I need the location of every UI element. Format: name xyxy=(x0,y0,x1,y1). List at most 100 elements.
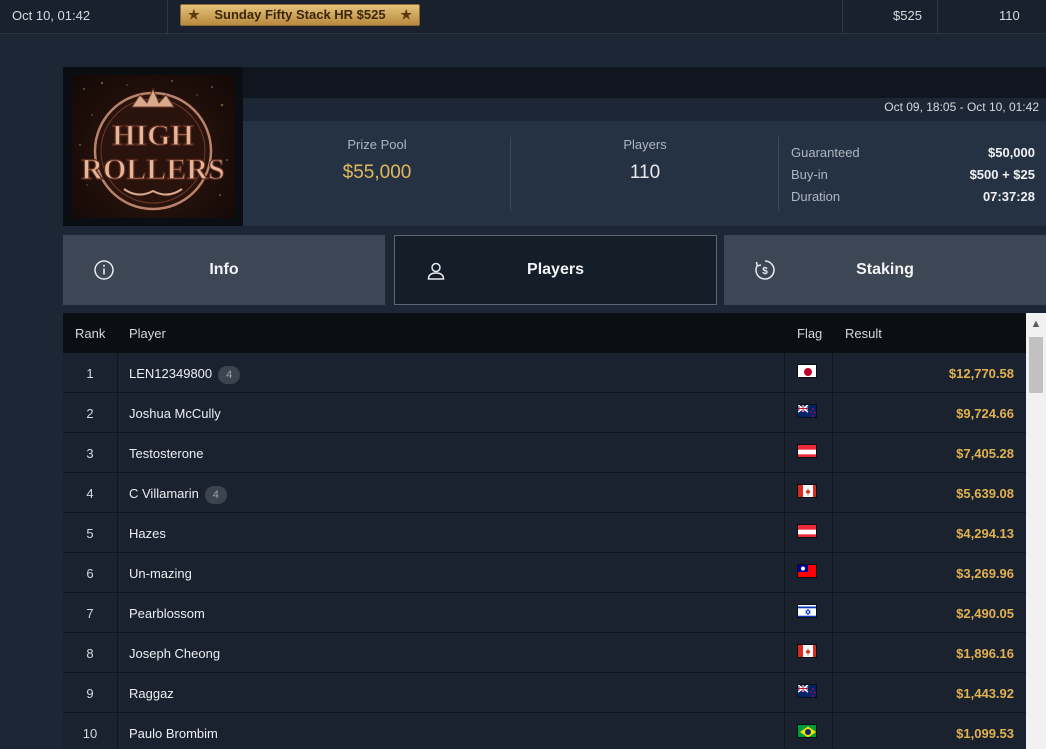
result-cell: $1,896.16 xyxy=(956,646,1014,661)
player-name: Raggaz xyxy=(129,686,174,701)
result-cell: $12,770.58 xyxy=(948,366,1014,381)
cell-divider xyxy=(832,553,833,593)
player-name-cell[interactable]: Raggaz xyxy=(129,686,174,701)
rank-cell: 8 xyxy=(86,646,94,661)
player-name: LEN12349800 xyxy=(129,366,213,381)
cell-divider xyxy=(784,353,785,393)
result-cell: $7,405.28 xyxy=(956,446,1014,461)
result-cell: $2,490.05 xyxy=(956,606,1014,621)
table-row[interactable]: 3 Testosterone $7,405.28 xyxy=(63,433,1026,473)
table-row[interactable]: 5 Hazes $4,294.13 xyxy=(63,513,1026,553)
table-row[interactable]: 1 LEN12349800 4 $12,770.58 xyxy=(63,353,1026,393)
result-cell: $1,443.92 xyxy=(956,686,1014,701)
result-cell: $3,269.96 xyxy=(956,566,1014,581)
canada-flag-icon xyxy=(797,484,817,498)
scrollbar-thumb[interactable] xyxy=(1029,337,1043,393)
cell-divider xyxy=(784,393,785,433)
prize-pool-stat: Prize Pool $55,000 xyxy=(329,137,425,184)
new-zealand-flag-icon xyxy=(797,404,817,418)
tournament-stats-panel: Prize Pool $55,000 Players 110 Guarantee… xyxy=(243,121,1046,226)
player-name-cell[interactable]: LEN12349800 4 xyxy=(129,366,241,384)
tournament-buyin: $525 xyxy=(893,8,922,23)
rank-cell: 4 xyxy=(86,486,94,501)
cell-divider xyxy=(832,713,833,749)
table-row[interactable]: 4 C Villamarin 4 $5,639.08 xyxy=(63,473,1026,513)
player-name-cell[interactable]: Un-mazing xyxy=(129,566,192,581)
column-header-player: Player xyxy=(129,326,166,341)
info-icon xyxy=(94,260,114,280)
tournament-datetime: Oct 10, 01:42 xyxy=(12,8,91,23)
player-name-cell[interactable]: Pearblossom xyxy=(129,606,205,621)
guaranteed-label: Guaranteed xyxy=(791,145,860,160)
player-name-cell[interactable]: Joseph Cheong xyxy=(129,646,220,661)
cell-divider xyxy=(832,633,833,673)
cell-divider xyxy=(832,593,833,633)
svg-text:HIGH: HIGH xyxy=(112,119,194,152)
tab-players[interactable]: Players xyxy=(394,235,717,305)
star-icon: ★ xyxy=(188,7,200,22)
cell-divider xyxy=(784,433,785,473)
buyin-value: $500 + $25 xyxy=(969,167,1035,182)
cell-divider xyxy=(117,673,118,713)
scrollbar[interactable]: ▲ xyxy=(1026,313,1046,749)
tab-staking[interactable]: $ Staking xyxy=(724,235,1046,305)
player-name: C Villamarin xyxy=(129,486,199,501)
result-cell: $5,639.08 xyxy=(956,486,1014,501)
rank-cell: 2 xyxy=(86,406,94,421)
prize-pool-value: $55,000 xyxy=(342,162,412,183)
japan-flag-icon xyxy=(797,364,817,378)
scroll-up-arrow-icon[interactable]: ▲ xyxy=(1026,313,1046,335)
results-table-header: Rank Player Flag Result xyxy=(63,313,1026,353)
previous-tournament-row[interactable]: Oct 10, 01:42 ★ Sunday Fifty Stack HR $5… xyxy=(0,0,1046,34)
cell-divider xyxy=(117,393,118,433)
result-cell: $9,724.66 xyxy=(956,406,1014,421)
result-cell: $1,099.53 xyxy=(956,726,1014,741)
star-icon: ★ xyxy=(400,7,412,22)
table-row[interactable]: 9 Raggaz $1,443.92 xyxy=(63,673,1026,713)
table-row[interactable]: 8 Joseph Cheong $1,896.16 xyxy=(63,633,1026,673)
cell-divider xyxy=(832,473,833,513)
player-name-cell[interactable]: C Villamarin 4 xyxy=(129,486,227,504)
stat-divider xyxy=(778,137,779,211)
column-divider xyxy=(842,0,843,34)
tab-info[interactable]: Info xyxy=(63,235,385,305)
player-name: Testosterone xyxy=(129,446,204,461)
cell-divider xyxy=(117,433,118,473)
brazil-flag-icon xyxy=(797,724,817,738)
column-header-rank: Rank xyxy=(75,326,106,341)
tournament-entries: 110 xyxy=(999,8,1020,23)
column-header-result: Result xyxy=(845,326,882,341)
israel-flag-icon xyxy=(797,604,817,618)
player-name-cell[interactable]: Testosterone xyxy=(129,446,203,461)
player-name-cell[interactable]: Hazes xyxy=(129,526,166,541)
cell-divider xyxy=(117,593,118,633)
table-row[interactable]: 10 Paulo Brombim $1,099.53 xyxy=(63,713,1026,749)
cell-divider xyxy=(784,633,785,673)
svg-text:ROLLERS: ROLLERS xyxy=(81,153,224,186)
tournament-name-badge[interactable]: ★ Sunday Fifty Stack HR $525 ★ xyxy=(180,4,420,26)
column-divider xyxy=(937,0,938,34)
player-name: Joseph Cheong xyxy=(129,646,221,661)
user-icon xyxy=(427,262,445,280)
cell-divider xyxy=(117,513,118,553)
entry-count-badge: 4 xyxy=(218,366,241,384)
austria-flag-icon xyxy=(797,524,817,538)
table-row[interactable]: 6 Un-mazing $3,269.96 xyxy=(63,553,1026,593)
player-name-cell[interactable]: Joshua McCully xyxy=(129,406,221,421)
cell-divider xyxy=(784,513,785,553)
rank-cell: 3 xyxy=(86,446,94,461)
cell-divider xyxy=(784,473,785,513)
header-strip xyxy=(243,67,1046,98)
player-name-cell[interactable]: Paulo Brombim xyxy=(129,726,218,741)
buyin-label: Buy-in xyxy=(791,167,828,182)
cell-divider xyxy=(117,353,118,393)
table-row[interactable]: 7 Pearblossom $2,490.05 xyxy=(63,593,1026,633)
player-name: Hazes xyxy=(129,526,166,541)
player-name: Joshua McCully xyxy=(129,406,221,421)
cell-divider xyxy=(832,353,833,393)
players-label: Players xyxy=(623,137,667,152)
table-row[interactable]: 2 Joshua McCully $9,724.66 xyxy=(63,393,1026,433)
canada-flag-icon xyxy=(797,644,817,658)
result-cell: $4,294.13 xyxy=(956,526,1014,541)
duration-label: Duration xyxy=(791,189,841,204)
